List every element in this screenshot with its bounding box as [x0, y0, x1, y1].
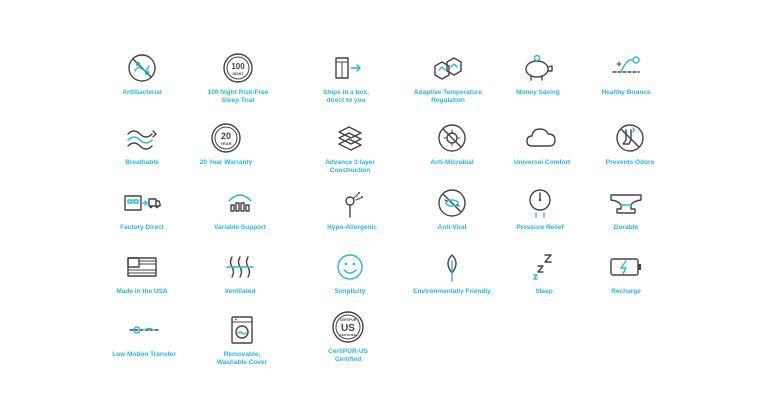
feature-label: Universal Comfort [513, 159, 571, 166]
feature-temperature: Adaptive Temperature Regulation [400, 52, 496, 105]
feature-label: Recharge [611, 288, 641, 295]
feature-certipur: CERTIPUR US CERTIFIED CertiPUR-US Certif… [300, 311, 396, 364]
trial-badge-number: 100 [231, 62, 245, 71]
feature-layers: Advance 3-layer Construction [302, 122, 398, 175]
feature-comfort: Universal Comfort [494, 122, 590, 167]
certipur-badge-bottom: CERTIFIED [340, 333, 357, 337]
feature-label: Low Motion Transfer [112, 351, 176, 358]
feature-label: Anti-Microbial [430, 159, 474, 166]
layers-icon [331, 122, 369, 154]
feature-grid: Antibacterial 100 NIGHT 100 Night Risk-F… [0, 0, 768, 411]
piggy-bank-icon [519, 52, 557, 84]
feature-motion: Low Motion Transfer [96, 314, 192, 359]
feature-label: Hypo-Allergenic [327, 224, 377, 231]
anvil-icon [607, 187, 645, 219]
feature-bounce: Healthy Bounce [578, 52, 674, 97]
feature-pressure: Pressure Relief [492, 187, 588, 232]
airflow-icon [123, 122, 161, 154]
feature-label: Advance 3-layer Construction [325, 159, 375, 174]
feature-recharge: Recharge [578, 251, 674, 296]
feature-label: Environmentally Friendly [413, 288, 491, 295]
feature-label: Anti-Viral [437, 224, 467, 231]
leaf-icon [433, 251, 471, 283]
feature-hypoallergenic: Hypo-Allergenic [304, 187, 400, 232]
antibacterial-icon [123, 52, 161, 84]
certipur-badge-top: CERTIPUR [340, 318, 357, 322]
feature-ships: Ships in a box, direct to you [298, 52, 394, 105]
feature-label: Variable Support [214, 224, 266, 231]
feature-warranty: 20 YEAR 20 Year Warranty [178, 122, 274, 167]
feature-label: Made in the USA [116, 288, 168, 295]
trial-badge-night: NIGHT [233, 72, 245, 76]
feature-label: CertiPUR-US Certified [328, 348, 368, 363]
trial-badge-icon: 100 NIGHT [219, 52, 257, 84]
us-flag-icon [123, 251, 161, 283]
ventilation-icon [221, 251, 259, 283]
temperature-cubes-icon [429, 52, 467, 84]
feature-label: 20 Year Warranty [199, 159, 253, 166]
feature-label: Simplicity [334, 288, 366, 295]
no-odor-icon [611, 122, 649, 154]
feature-simplicity: Simplicity [302, 251, 398, 296]
feature-label: Healthy Bounce [601, 89, 651, 96]
feature-antibacterial: Antibacterial [94, 52, 190, 97]
certipur-badge-icon: CERTIPUR US CERTIFIED [329, 311, 367, 343]
feature-durable: Durable [578, 187, 674, 232]
cloud-icon [523, 122, 561, 154]
feature-label: Durable [613, 224, 639, 231]
feature-odors: Prevents Odors [582, 122, 678, 167]
feature-label: 100 Night Risk-Free Sleep Trial [207, 89, 269, 104]
feature-label: Antibacterial [122, 89, 162, 96]
smiley-icon [331, 251, 369, 283]
feature-anti-microbial: Anti-Microbial [404, 122, 500, 167]
feature-label: Adaptive Temperature Regulation [413, 89, 483, 104]
feature-support: Variable Support [192, 187, 288, 232]
box-arrow-icon [327, 52, 365, 84]
warranty-badge-icon: 20 YEAR [207, 122, 245, 154]
feature-label: Removable, Washable Cover [216, 351, 268, 366]
feature-label: Pressure Relief [516, 224, 564, 231]
feature-label: Factory Direct [120, 224, 164, 231]
anti-microbial-icon [433, 122, 471, 154]
feature-breathable: Breathable [94, 122, 190, 167]
feature-label: Ventilated [224, 288, 256, 295]
dandelion-icon [333, 187, 371, 219]
bounce-icon [607, 52, 645, 84]
feature-trial: 100 NIGHT 100 Night Risk-Free Sleep Tria… [190, 52, 286, 105]
factory-truck-icon [123, 187, 161, 219]
feature-label: Money Saving [516, 89, 560, 96]
pressure-gauge-icon [521, 187, 559, 219]
sleep-zzz-icon [525, 251, 563, 283]
feature-washable: Removable, Washable Cover [194, 314, 290, 367]
washing-machine-icon [223, 314, 261, 346]
anti-viral-icon [433, 187, 471, 219]
feature-factory: Factory Direct [94, 187, 190, 232]
feature-eco: Environmentally Friendly [404, 251, 500, 296]
feature-usa: Made in the USA [94, 251, 190, 296]
support-icon [221, 187, 259, 219]
warranty-badge-number: 20 [221, 131, 231, 141]
battery-icon [607, 251, 645, 283]
feature-ventilated: Ventilated [192, 251, 288, 296]
feature-money: Money Saving [490, 52, 586, 97]
motion-transfer-icon [125, 314, 163, 346]
feature-anti-viral: Anti-Viral [404, 187, 500, 232]
feature-label: Breathable [125, 159, 159, 166]
warranty-badge-year: YEAR [220, 141, 231, 146]
feature-label: Prevents Odors [605, 159, 655, 166]
feature-label: Ships in a box, direct to you [323, 89, 369, 104]
